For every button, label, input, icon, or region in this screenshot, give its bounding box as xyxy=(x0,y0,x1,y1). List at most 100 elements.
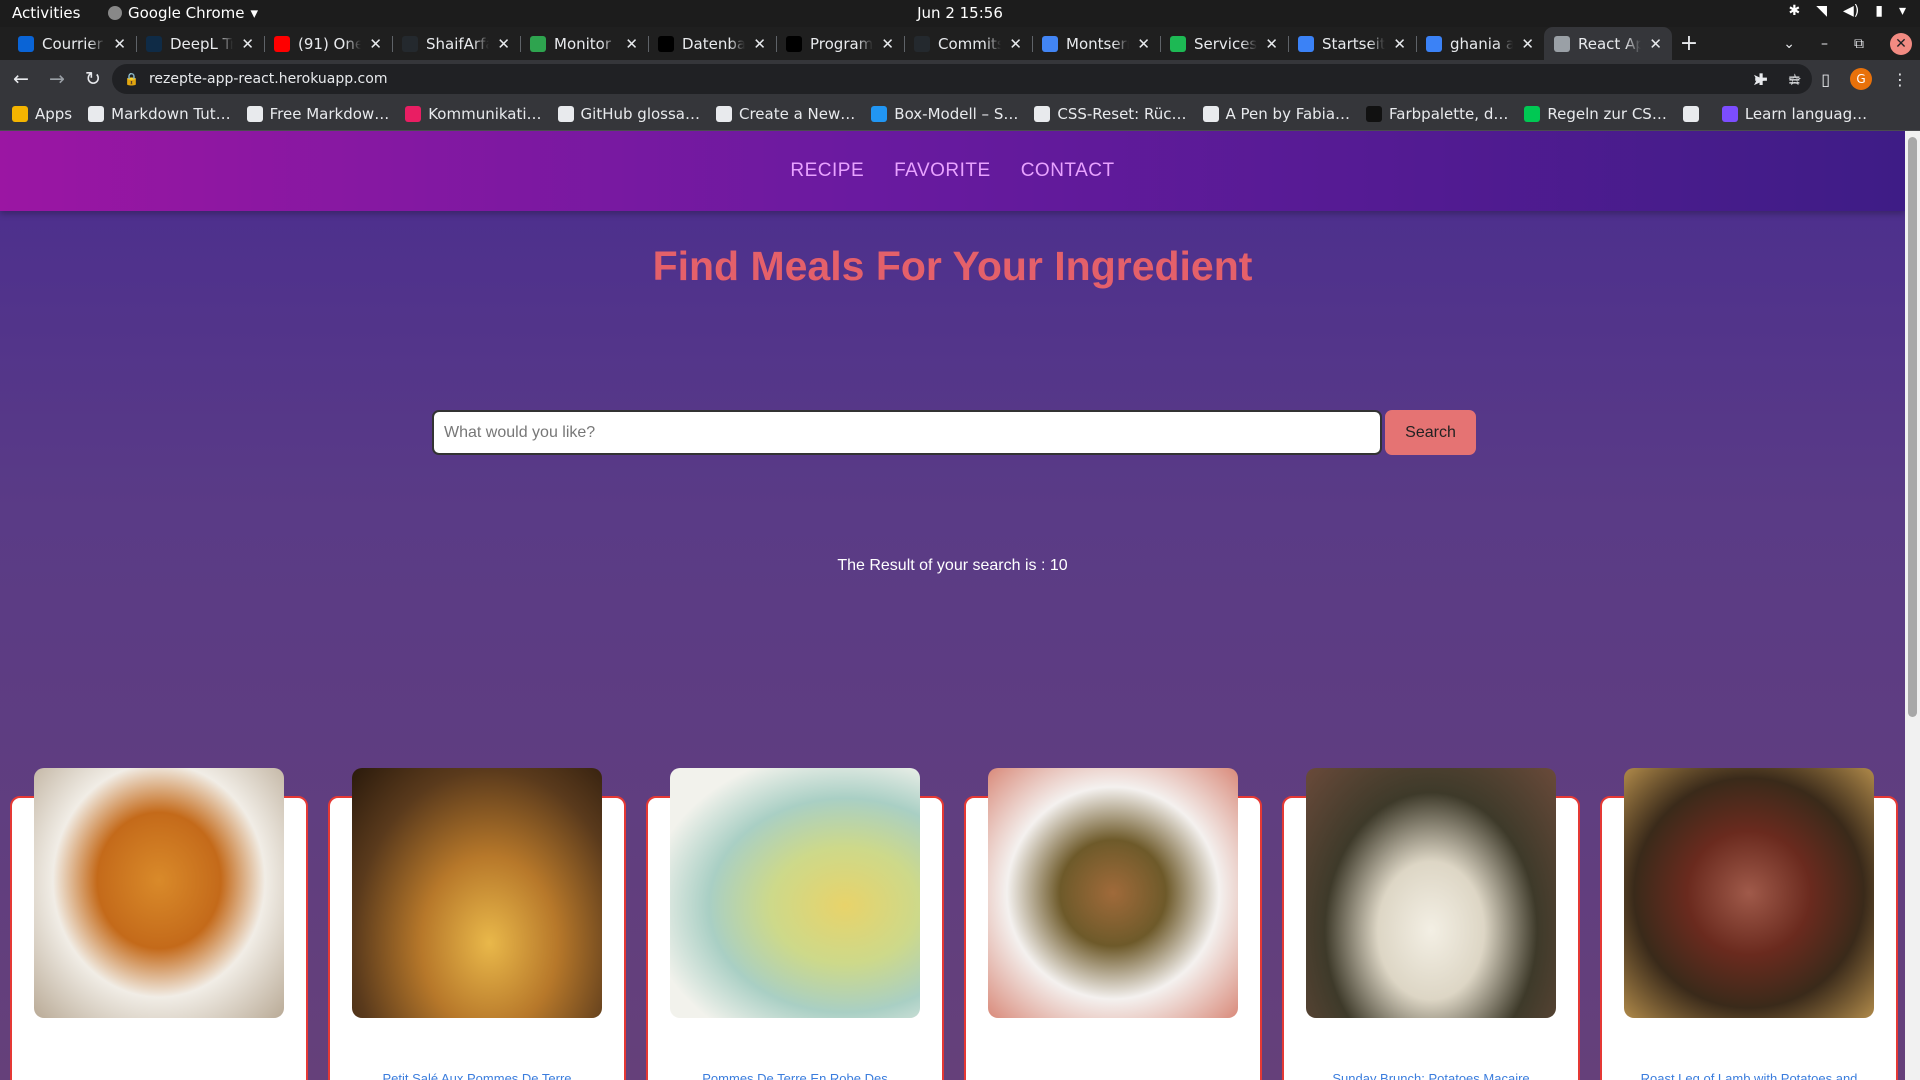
recipe-image[interactable] xyxy=(34,768,284,1018)
bookmark-item[interactable] xyxy=(1682,106,1706,122)
system-tray[interactable]: ✱ ◥ ◀) ▮ ▾ xyxy=(1789,3,1907,19)
browser-tab[interactable]: ghania ai ✕ xyxy=(1416,27,1544,60)
bookmark-label: CSS-Reset: Rüc… xyxy=(1057,105,1187,123)
bookmark-item[interactable]: Box-Modell – S… xyxy=(871,105,1018,123)
bookmark-icon xyxy=(1682,106,1699,122)
tab-close-icon[interactable]: ✕ xyxy=(1393,35,1406,53)
recipe-image[interactable] xyxy=(1306,768,1556,1018)
bookmark-item[interactable]: Farbpalette, d… xyxy=(1366,105,1508,123)
recipe-image[interactable] xyxy=(670,768,920,1018)
tab-close-icon[interactable]: ✕ xyxy=(1137,35,1150,53)
browser-tab[interactable]: DeepL Tr ✕ xyxy=(136,27,264,60)
recipe-card[interactable]: Roast Leg of Lamb with Potatoes and xyxy=(1600,768,1898,1080)
reload-icon[interactable]: ↻ xyxy=(78,68,108,90)
recipe-list: Petit Salé Aux Pommes De Terre Pommes De … xyxy=(10,768,1900,1080)
toolbar-actions: ✚ ≡ ▯ G ⋮ xyxy=(1754,60,1908,98)
network-icon: ✱ xyxy=(1788,3,1801,19)
bookmark-icon xyxy=(871,106,888,122)
tab-close-icon[interactable]: ✕ xyxy=(369,35,382,53)
scrollbar-thumb[interactable] xyxy=(1908,137,1917,717)
bookmark-item[interactable]: CSS-Reset: Rüc… xyxy=(1034,105,1187,123)
browser-tab[interactable]: (91) One ✕ xyxy=(264,27,392,60)
recipe-card[interactable]: Pommes De Terre En Robe Des xyxy=(646,768,944,1080)
tab-close-icon[interactable]: ✕ xyxy=(241,35,254,53)
recipe-title[interactable]: Pommes De Terre En Robe Des xyxy=(648,1071,942,1080)
search-form: Search xyxy=(432,410,1476,455)
browser-tab[interactable]: Program ✕ xyxy=(776,27,904,60)
tab-close-icon[interactable]: ✕ xyxy=(753,35,766,53)
nav-contact[interactable]: CONTACT xyxy=(1021,160,1115,182)
bookmark-item[interactable]: Apps xyxy=(12,105,72,123)
browser-tab[interactable]: Montserr ✕ xyxy=(1032,27,1160,60)
bookmark-item[interactable]: A Pen by Fabia… xyxy=(1202,105,1351,123)
tab-close-icon[interactable]: ✕ xyxy=(1265,35,1278,53)
tab-close-icon[interactable]: ✕ xyxy=(625,35,638,53)
forward-icon[interactable]: → xyxy=(42,68,72,90)
recipe-image[interactable] xyxy=(1624,768,1874,1018)
search-button[interactable]: Search xyxy=(1385,410,1476,455)
recipe-title[interactable]: Sunday Brunch: Potatoes Macaire xyxy=(1284,1071,1578,1080)
menu-icon[interactable]: ⋮ xyxy=(1892,70,1908,89)
bookmark-item[interactable]: GitHub glossa… xyxy=(557,105,700,123)
restore-icon[interactable]: ⧉ xyxy=(1854,36,1864,52)
recipe-card[interactable] xyxy=(10,768,308,1080)
tab-title: Startseite xyxy=(1322,34,1386,53)
tab-favicon-icon xyxy=(1042,35,1058,52)
recipe-title[interactable]: Petit Salé Aux Pommes De Terre xyxy=(330,1071,624,1080)
extensions-icon[interactable]: ✚ xyxy=(1754,70,1767,89)
bookmark-label: Learn languag… xyxy=(1744,105,1868,123)
bookmark-icon xyxy=(557,106,574,122)
recipe-image[interactable] xyxy=(988,768,1238,1018)
side-panel-icon[interactable]: ▯ xyxy=(1821,70,1830,89)
browser-tab[interactable]: Commits ✕ xyxy=(904,27,1032,60)
tab-close-icon[interactable]: ✕ xyxy=(1649,35,1662,53)
bookmark-label: A Pen by Fabia… xyxy=(1225,105,1351,123)
tab-favicon-icon xyxy=(274,35,290,52)
recipe-card[interactable]: Sunday Brunch: Potatoes Macaire xyxy=(1282,768,1580,1080)
browser-tab[interactable]: React Ap ✕ xyxy=(1544,27,1672,60)
minimize-icon[interactable]: – xyxy=(1821,36,1828,52)
bookmark-item[interactable]: Free Markdow… xyxy=(246,105,389,123)
bookmark-item[interactable]: Regeln zur CS… xyxy=(1524,105,1667,123)
recipe-image[interactable] xyxy=(352,768,602,1018)
bookmark-item[interactable]: Learn languag… xyxy=(1721,105,1868,123)
tab-title: React Ap xyxy=(1578,34,1642,53)
lock-icon[interactable]: 🔒 xyxy=(124,72,139,86)
back-icon[interactable]: ← xyxy=(6,68,36,90)
search-input[interactable] xyxy=(432,410,1382,455)
tab-close-icon[interactable]: ✕ xyxy=(1521,35,1534,53)
browser-tab[interactable]: Startseite ✕ xyxy=(1288,27,1416,60)
browser-tab[interactable]: Courrier ✕ xyxy=(8,27,136,60)
media-icon[interactable]: ≡ xyxy=(1788,70,1801,89)
battery-icon: ▮ xyxy=(1875,3,1883,19)
browser-tab[interactable]: Monitor ✕ xyxy=(520,27,648,60)
tab-search-icon[interactable]: ⌄ xyxy=(1783,36,1795,52)
page-scrollbar[interactable] xyxy=(1905,131,1920,1080)
close-window-icon[interactable]: ✕ xyxy=(1890,32,1912,55)
bookmarks-bar: Apps Markdown Tut… Free Markdow… Kommunikat… xyxy=(0,98,1920,131)
system-top-bar: Activities Google Chrome ▾ Jun 2 15:56 ✱… xyxy=(0,0,1920,27)
browser-tab[interactable]: Datenbar ✕ xyxy=(648,27,776,60)
profile-avatar[interactable]: G xyxy=(1850,68,1872,90)
recipe-title[interactable]: Roast Leg of Lamb with Potatoes and xyxy=(1602,1071,1896,1080)
recipe-card[interactable] xyxy=(964,768,1262,1080)
tab-favicon-icon xyxy=(18,35,34,52)
bookmark-icon xyxy=(246,106,263,122)
tab-favicon-icon xyxy=(530,35,546,52)
browser-tab[interactable]: ShaifArfa ✕ xyxy=(392,27,520,60)
clock[interactable]: Jun 2 15:56 xyxy=(0,4,1920,22)
tab-close-icon[interactable]: ✕ xyxy=(113,35,126,53)
new-tab-button[interactable]: + xyxy=(1672,27,1706,60)
tab-close-icon[interactable]: ✕ xyxy=(1009,35,1022,53)
tab-close-icon[interactable]: ✕ xyxy=(497,35,510,53)
nav-recipe[interactable]: RECIPE xyxy=(790,160,864,182)
recipe-card[interactable]: Petit Salé Aux Pommes De Terre xyxy=(328,768,626,1080)
tab-close-icon[interactable]: ✕ xyxy=(881,35,894,53)
bookmark-item[interactable]: Create a New… xyxy=(715,105,855,123)
url-text[interactable]: rezepte-app-react.herokuapp.com xyxy=(149,71,388,87)
bookmark-item[interactable]: Kommunikati… xyxy=(405,105,542,123)
bookmark-item[interactable]: Markdown Tut… xyxy=(88,105,231,123)
browser-tab[interactable]: Services ✕ xyxy=(1160,27,1288,60)
address-bar[interactable]: 🔒 rezepte-app-react.herokuapp.com ➤ ☆ xyxy=(112,64,1812,94)
nav-favorite[interactable]: FAVORITE xyxy=(894,160,991,182)
